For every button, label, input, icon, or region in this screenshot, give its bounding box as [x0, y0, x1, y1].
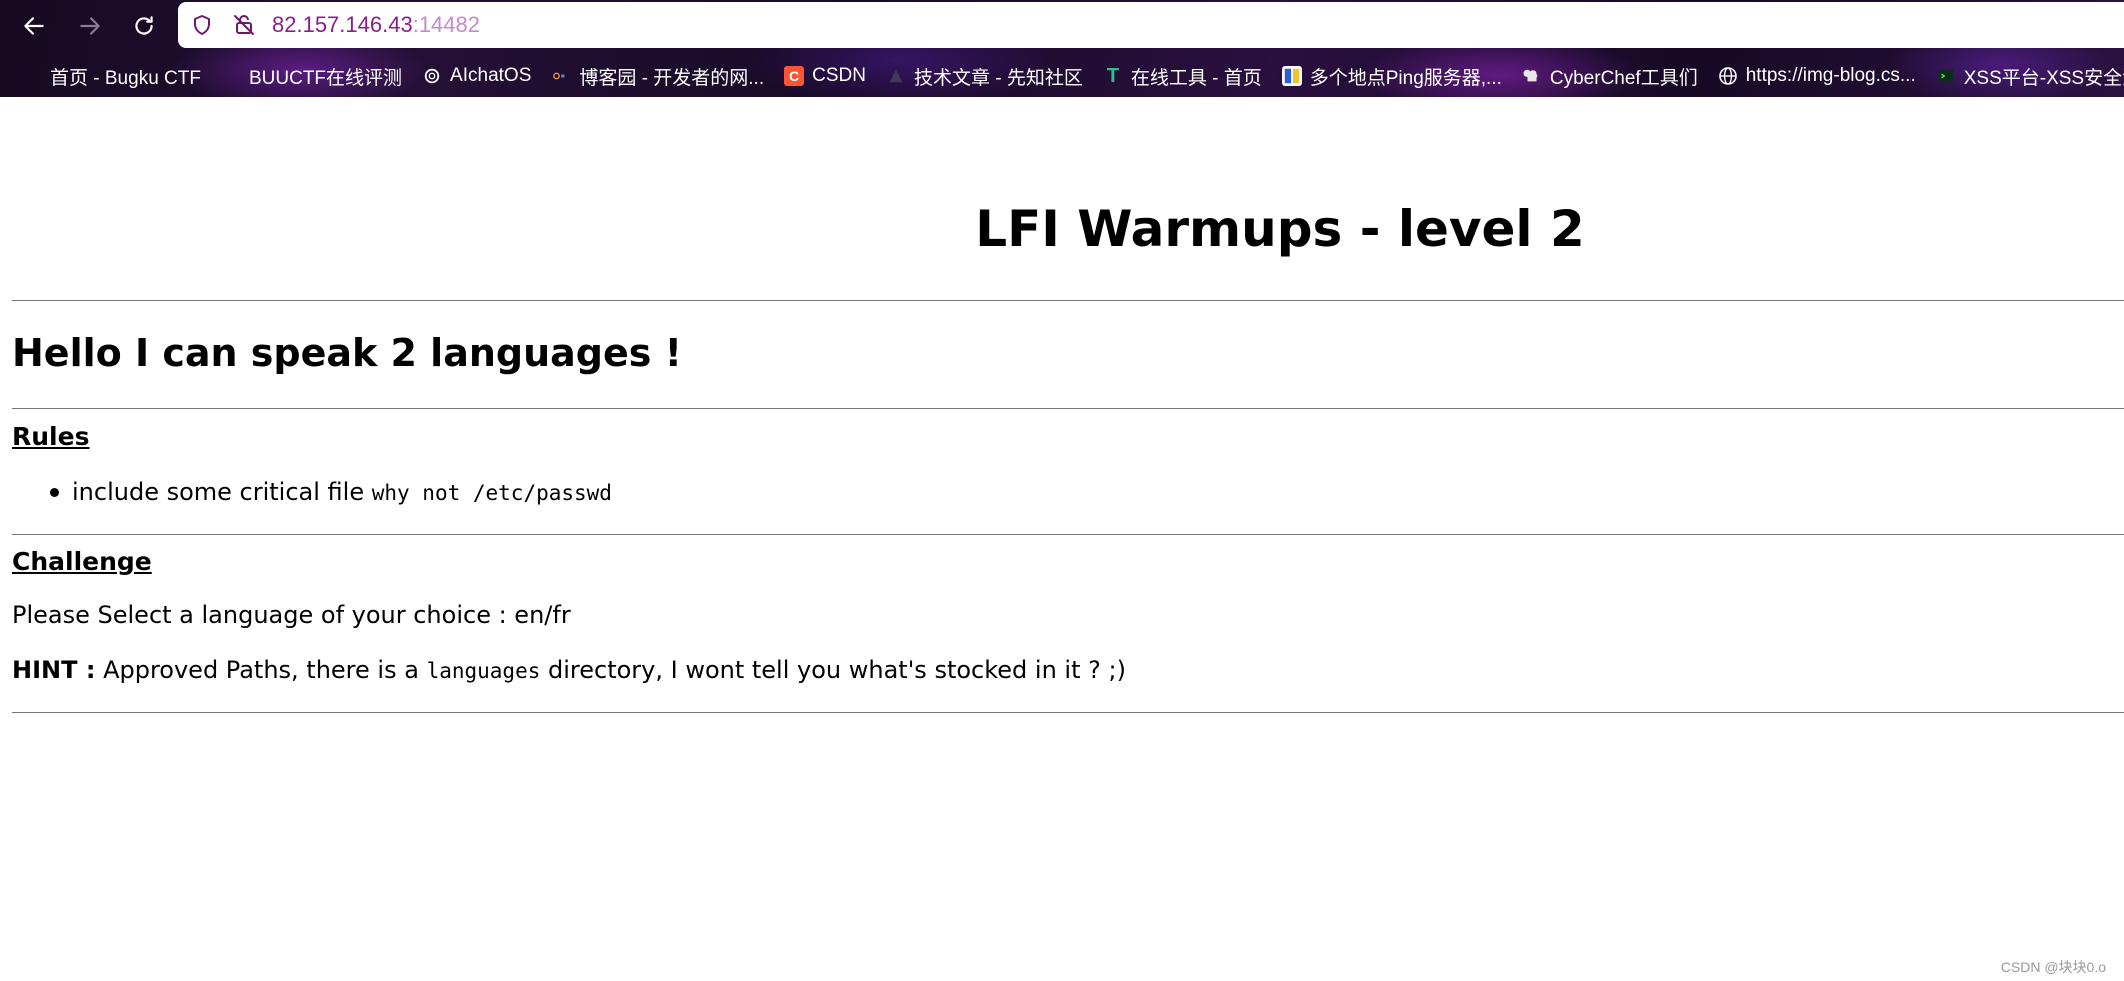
reload-button[interactable]: [124, 6, 164, 46]
url-text[interactable]: 82.157.146.43:14482: [272, 12, 480, 38]
xianzhi-icon: [886, 66, 906, 86]
hint-code: languages: [426, 659, 541, 683]
bookmark-label: 多个地点Ping服务器,...: [1309, 67, 1502, 89]
bookmark-xss[interactable]: XSS平台-XSS安全测: [1936, 58, 2124, 94]
url-host: 82.157.146.43: [272, 12, 413, 37]
bookmark-cyberchef[interactable]: CyberChef工具们: [1522, 58, 1698, 94]
divider: [12, 408, 2124, 409]
divider: [12, 300, 2124, 301]
bookmark-img-blog[interactable]: https://img-blog.cs...: [1718, 58, 1916, 94]
chef-hat-icon: [1522, 66, 1542, 86]
bookmark-label: 博客园 - 开发者的网...: [579, 67, 765, 89]
rule-code: why not /etc/passwd: [371, 481, 612, 505]
arrow-right-icon: [80, 17, 100, 35]
page-content: LFI Warmups - level 2 Hello I can speak …: [0, 97, 2124, 981]
reload-icon: [135, 16, 153, 35]
hint-after: directory, I wont tell you what's stocke…: [540, 656, 1126, 684]
arrow-left-icon: [24, 17, 44, 35]
shield-icon[interactable]: [188, 11, 216, 39]
forward-button[interactable]: [70, 6, 110, 46]
rule-item: include some critical file why not /etc/…: [72, 478, 612, 506]
bookmark-label: https://img-blog.cs...: [1745, 65, 1916, 86]
bookmark-label: BUUCTF在线评测: [248, 67, 403, 89]
bookmark-label: AIchatOS: [450, 65, 532, 86]
ping-icon: [1281, 66, 1302, 86]
cnblogs-icon: [551, 66, 571, 86]
bookmark-label: 在线工具 - 首页: [1130, 67, 1262, 89]
bookmark-label: 首页 - Bugku CTF: [50, 67, 201, 89]
bookmark-cnblogs[interactable]: 博客园 - 开发者的网...: [551, 58, 764, 94]
bookmark-ping[interactable]: 多个地点Ping服务器,...: [1281, 58, 1502, 94]
bookmark-tools[interactable]: T 在线工具 - 首页: [1103, 58, 1262, 94]
hint-text: HINT : Approved Paths, there is a langua…: [12, 656, 1126, 684]
bookmark-xianzhi[interactable]: 技术文章 - 先知社区: [886, 58, 1083, 94]
globe-icon: [1718, 66, 1738, 86]
csdn-icon: C: [784, 66, 805, 86]
bookmark-aichatos[interactable]: AIchatOS: [422, 58, 531, 94]
bookmark-label: CyberChef工具们: [1549, 67, 1698, 89]
buuctf-icon: [221, 66, 241, 86]
bookmark-csdn[interactable]: C CSDN: [784, 58, 866, 94]
address-bar[interactable]: 82.157.146.43:14482: [178, 2, 2124, 48]
bookmark-label: XSS平台-XSS安全测: [1963, 67, 2124, 89]
bookmark-buuctf[interactable]: BUUCTF在线评测: [221, 58, 402, 94]
insecure-lock-icon[interactable]: [230, 11, 258, 39]
bookmarks-bar: 首页 - Bugku CTF BUUCTF在线评测 AIchatOS 博客园 -…: [0, 58, 2124, 94]
hint-label: HINT :: [12, 656, 96, 684]
bookmark-label: 技术文章 - 先知社区: [913, 67, 1083, 89]
xss-icon: [1936, 66, 1956, 86]
watermark: CSDN @块块0.o: [2000, 959, 2106, 975]
bullet: [50, 487, 59, 497]
bugku-icon: [22, 66, 42, 86]
rules-heading: Rules: [12, 422, 90, 451]
greeting-heading: Hello I can speak 2 languages !: [12, 331, 682, 375]
bookmark-bugku[interactable]: 首页 - Bugku CTF: [22, 58, 201, 94]
browser-chrome: 82.157.146.43:14482 首页 - Bugku CTF BUUCT…: [0, 0, 2124, 97]
rule-text: include some critical file: [72, 478, 372, 506]
openai-icon: [422, 66, 442, 86]
rules-list: include some critical file why not /etc/…: [50, 478, 612, 506]
language-select-text: Please Select a language of your choice …: [12, 601, 571, 629]
divider: [12, 534, 2124, 535]
bookmark-label: CSDN: [812, 65, 866, 86]
hint-before: Approved Paths, there is a: [95, 656, 427, 684]
back-button[interactable]: [14, 6, 54, 46]
url-port: :14482: [412, 12, 480, 37]
tools-icon: T: [1106, 64, 1119, 87]
page-title: LFI Warmups - level 2: [975, 200, 1585, 258]
divider: [12, 712, 2124, 713]
challenge-heading: Challenge: [12, 547, 152, 576]
